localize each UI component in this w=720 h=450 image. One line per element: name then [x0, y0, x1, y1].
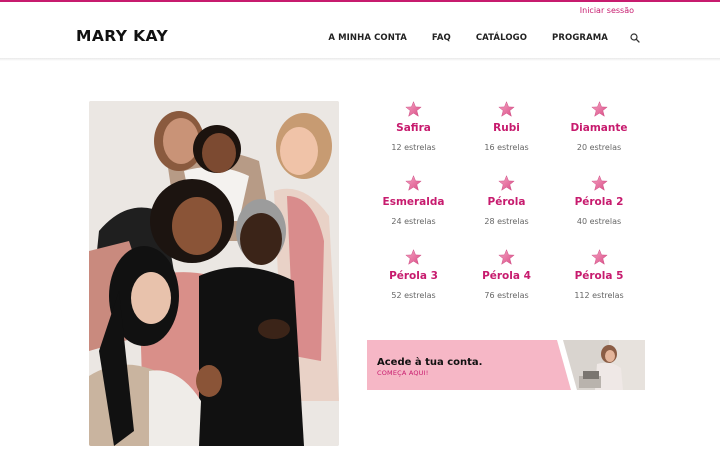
level-name: Safira: [396, 122, 431, 134]
level-item: Pérola 28 estrelas: [460, 175, 553, 249]
level-item: Diamante 20 estrelas: [553, 101, 645, 175]
level-name: Pérola 5: [574, 270, 624, 282]
level-stars: 20 estrelas: [576, 143, 622, 152]
star-icon: [498, 101, 515, 117]
level-name: Rubi: [493, 122, 520, 134]
star-icon: [590, 101, 608, 117]
level-item: Pérola 4 76 estrelas: [460, 249, 553, 323]
level-item: Rubi 16 estrelas: [460, 101, 553, 175]
mary-kay-logo[interactable]: MARY KAY: [76, 27, 168, 45]
star-icon: [405, 175, 422, 191]
level-stars: 28 estrelas: [484, 217, 529, 226]
top-accent-bar: [0, 0, 720, 2]
nav-programa[interactable]: PROGRAMA: [552, 33, 608, 43]
level-item: Pérola 2 40 estrelas: [553, 175, 645, 249]
header-divider: [0, 58, 720, 61]
level-name: Pérola 2: [574, 196, 624, 208]
banner-subtitle[interactable]: COMEÇA AQUI!: [377, 369, 429, 377]
login-link[interactable]: Iniciar sessão: [580, 6, 634, 15]
level-stars: 12 estrelas: [391, 143, 436, 152]
levels-grid: Safira 12 estrelas Rubi 16 estrelas Diamante…: [367, 101, 645, 323]
level-name: Diamante: [570, 122, 628, 134]
main-nav: A MINHA CONTA FAQ CATÁLOGO PROGRAMA: [328, 33, 640, 43]
level-name: Pérola 4: [482, 270, 531, 282]
level-stars: 52 estrelas: [391, 291, 436, 300]
level-stars: 16 estrelas: [484, 143, 529, 152]
search-icon[interactable]: [630, 33, 640, 43]
level-stars: 76 estrelas: [484, 291, 529, 300]
level-name: Esmeralda: [382, 196, 445, 208]
group-photo: [89, 101, 339, 446]
banner-title: Acede à tua conta.: [377, 357, 483, 368]
star-icon: [405, 101, 422, 117]
level-stars: 24 estrelas: [391, 217, 436, 226]
star-icon: [405, 249, 422, 265]
level-stars: 40 estrelas: [576, 217, 622, 226]
level-item: Esmeralda 24 estrelas: [367, 175, 460, 249]
account-banner[interactable]: Acede à tua conta. COMEÇA AQUI!: [367, 340, 645, 390]
level-name: Pérola 3: [389, 270, 438, 282]
level-item: Pérola 3 52 estrelas: [367, 249, 460, 323]
star-icon: [498, 175, 515, 191]
star-icon: [590, 175, 608, 191]
level-item: Pérola 5 112 estrelas: [553, 249, 645, 323]
nav-a-minha-conta[interactable]: A MINHA CONTA: [328, 33, 407, 43]
star-icon: [498, 249, 515, 265]
nav-catalogo[interactable]: CATÁLOGO: [476, 33, 527, 43]
level-stars: 112 estrelas: [574, 291, 624, 300]
star-icon: [590, 249, 608, 265]
level-item: Safira 12 estrelas: [367, 101, 460, 175]
nav-faq[interactable]: FAQ: [432, 33, 451, 43]
level-name: Pérola: [487, 196, 526, 208]
banner-photo: [557, 340, 645, 390]
